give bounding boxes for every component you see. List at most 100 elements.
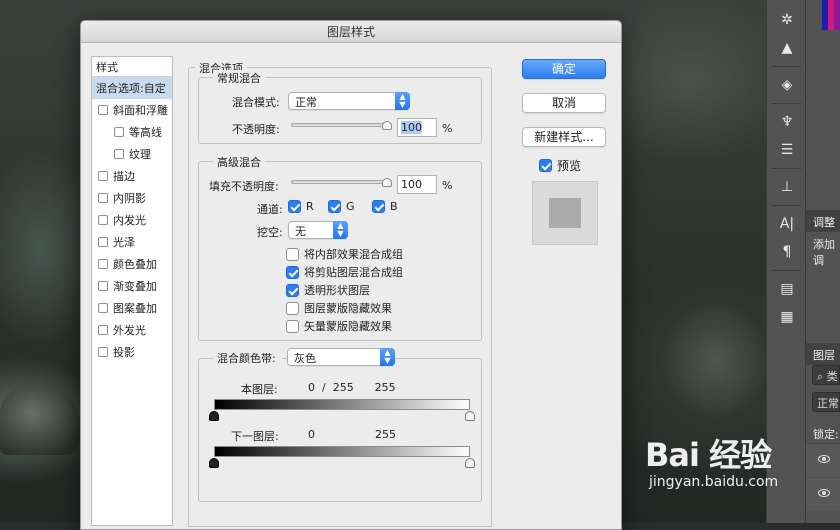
style-item-label: 斜面和浮雕 xyxy=(113,104,168,117)
this-layer-white-slider[interactable] xyxy=(465,411,475,421)
preview-toggle[interactable]: 预览 xyxy=(539,157,581,174)
stamp-icon[interactable]: ⊥ xyxy=(767,173,807,201)
style-item[interactable]: 外发光 xyxy=(92,319,172,341)
watermark-url: jingyan.baidu.com xyxy=(649,474,779,490)
swatches[interactable] xyxy=(822,0,840,30)
canvas-shadow xyxy=(660,300,770,420)
fill-opacity-slider-thumb[interactable] xyxy=(382,178,392,187)
advanced-option[interactable]: 将剪贴图层混合成组 xyxy=(286,264,403,280)
knockout-select[interactable]: 无 ▲ ▼ xyxy=(288,221,348,239)
blend-mode-label: 混合模式: xyxy=(232,96,280,109)
opacity-slider-thumb[interactable] xyxy=(382,121,392,130)
dialog-title: 图层样式 xyxy=(81,21,621,43)
this-layer-black-slider[interactable] xyxy=(209,411,219,421)
advanced-option-checkbox[interactable] xyxy=(286,301,299,315)
blend-if-group: 混合颜色带: 灰色 ▲ ▼ 本图层: 0 / 255 255 下一图层: 0 25… xyxy=(198,348,482,502)
paragraph-icon[interactable]: ¶ xyxy=(767,238,807,266)
fill-opacity-slider[interactable] xyxy=(291,178,392,187)
tab-adjust[interactable]: 调整 xyxy=(806,210,840,232)
style-item[interactable]: 图案叠加 xyxy=(92,297,172,319)
preview-checkbox[interactable] xyxy=(539,159,552,172)
advanced-option[interactable]: 矢量蒙版隐藏效果 xyxy=(286,318,392,334)
notes-icon[interactable]: ▤ xyxy=(767,275,807,303)
presets-icon[interactable]: ☰ xyxy=(767,136,807,164)
style-item[interactable]: 描边 xyxy=(92,165,172,187)
opacity-input[interactable]: 100 xyxy=(397,118,437,137)
style-item[interactable]: 颜色叠加 xyxy=(92,253,172,275)
general-blending-group: 常规混合 混合模式: 正常 ▲ ▼ 不透明度: 100 % xyxy=(198,70,482,144)
layer-filter-input[interactable]: ⌕ 类 xyxy=(812,365,840,385)
advanced-option-checkbox[interactable] xyxy=(286,265,299,279)
new-style-button[interactable]: 新建样式... xyxy=(522,127,606,147)
ok-button[interactable]: 确定 xyxy=(522,59,606,79)
glyph-icon[interactable]: ▦ xyxy=(767,303,807,331)
style-item-checkbox[interactable] xyxy=(98,105,108,115)
layer-row[interactable] xyxy=(806,443,840,477)
style-item-checkbox[interactable] xyxy=(98,325,108,335)
style-item[interactable]: 内发光 xyxy=(92,209,172,231)
advanced-option[interactable]: 图层蒙版隐藏效果 xyxy=(286,300,392,316)
brush-icon[interactable]: ♆ xyxy=(767,108,807,136)
style-item-checkbox[interactable] xyxy=(98,237,108,247)
under-layer-gradient[interactable] xyxy=(214,446,470,457)
style-item[interactable]: 混合选项:自定 xyxy=(92,77,172,99)
style-item[interactable]: 斜面和浮雕 xyxy=(92,99,172,121)
style-item[interactable]: 光泽 xyxy=(92,231,172,253)
style-item-checkbox[interactable] xyxy=(98,193,108,203)
style-item-checkbox[interactable] xyxy=(98,259,108,269)
channel-r-checkbox[interactable] xyxy=(288,200,301,213)
style-item-checkbox[interactable] xyxy=(98,281,108,291)
fill-opacity-input[interactable]: 100 xyxy=(397,175,437,194)
advanced-option-checkbox[interactable] xyxy=(286,247,299,261)
style-preview xyxy=(532,181,598,245)
style-item-label: 纹理 xyxy=(129,148,151,161)
layer-row[interactable] xyxy=(806,477,840,511)
blend-mode-select[interactable]: 正常 ▲ ▼ xyxy=(288,92,410,110)
channel-g[interactable]: G xyxy=(328,200,355,213)
style-item-checkbox[interactable] xyxy=(98,347,108,357)
style-item-checkbox[interactable] xyxy=(114,149,124,159)
knockout-label: 挖空: xyxy=(257,226,283,239)
advanced-option-label: 矢量蒙版隐藏效果 xyxy=(304,320,392,333)
style-item-checkbox[interactable] xyxy=(98,303,108,313)
style-item-label: 投影 xyxy=(113,346,135,359)
chevron-updown-icon: ▲ ▼ xyxy=(333,221,348,239)
style-item[interactable]: 投影 xyxy=(92,341,172,363)
channel-b-checkbox[interactable] xyxy=(372,200,385,213)
opacity-label: 不透明度: xyxy=(232,123,280,136)
under-layer-white-slider[interactable] xyxy=(465,458,475,468)
baidu-logo: Bai 经验 xyxy=(645,436,772,474)
style-item-label: 等高线 xyxy=(129,126,162,139)
advanced-option[interactable]: 透明形状图层 xyxy=(286,282,370,298)
advanced-option[interactable]: 将内部效果混合成组 xyxy=(286,246,403,262)
style-item-checkbox[interactable] xyxy=(114,127,124,137)
settings-gear-icon[interactable]: ✲ xyxy=(767,6,807,34)
histogram-icon[interactable]: ▲ xyxy=(767,34,807,62)
cancel-button[interactable]: 取消 xyxy=(522,93,606,113)
adjust-panel: 调整 添加调 xyxy=(806,210,840,268)
style-item[interactable]: 渐变叠加 xyxy=(92,275,172,297)
layer-blend-mode[interactable]: 正常 xyxy=(812,392,840,412)
styles-header[interactable]: 样式 xyxy=(92,57,172,77)
channel-g-checkbox[interactable] xyxy=(328,200,341,213)
opacity-slider[interactable] xyxy=(291,121,392,130)
blend-if-select[interactable]: 灰色 ▲ ▼ xyxy=(287,348,395,366)
style-item-checkbox[interactable] xyxy=(98,171,108,181)
channel-r[interactable]: R xyxy=(288,200,314,213)
3d-cube-icon[interactable]: ◈ xyxy=(767,71,807,99)
advanced-option-checkbox[interactable] xyxy=(286,319,299,333)
channel-b[interactable]: B xyxy=(372,200,398,213)
style-item[interactable]: 内阴影 xyxy=(92,187,172,209)
style-item[interactable]: 等高线 xyxy=(92,121,172,143)
style-item[interactable]: 纹理 xyxy=(92,143,172,165)
this-layer-gradient[interactable] xyxy=(214,399,470,410)
style-item-label: 描边 xyxy=(113,170,135,183)
tab-layers[interactable]: 图层 xyxy=(806,343,840,365)
eye-icon[interactable] xyxy=(818,455,830,463)
advanced-option-checkbox[interactable] xyxy=(286,283,299,297)
style-item-checkbox[interactable] xyxy=(98,215,108,225)
character-icon[interactable]: A| xyxy=(767,210,807,238)
eye-icon[interactable] xyxy=(818,489,830,497)
general-blending-title: 常规混合 xyxy=(213,70,265,86)
under-layer-black-slider[interactable] xyxy=(209,458,219,468)
